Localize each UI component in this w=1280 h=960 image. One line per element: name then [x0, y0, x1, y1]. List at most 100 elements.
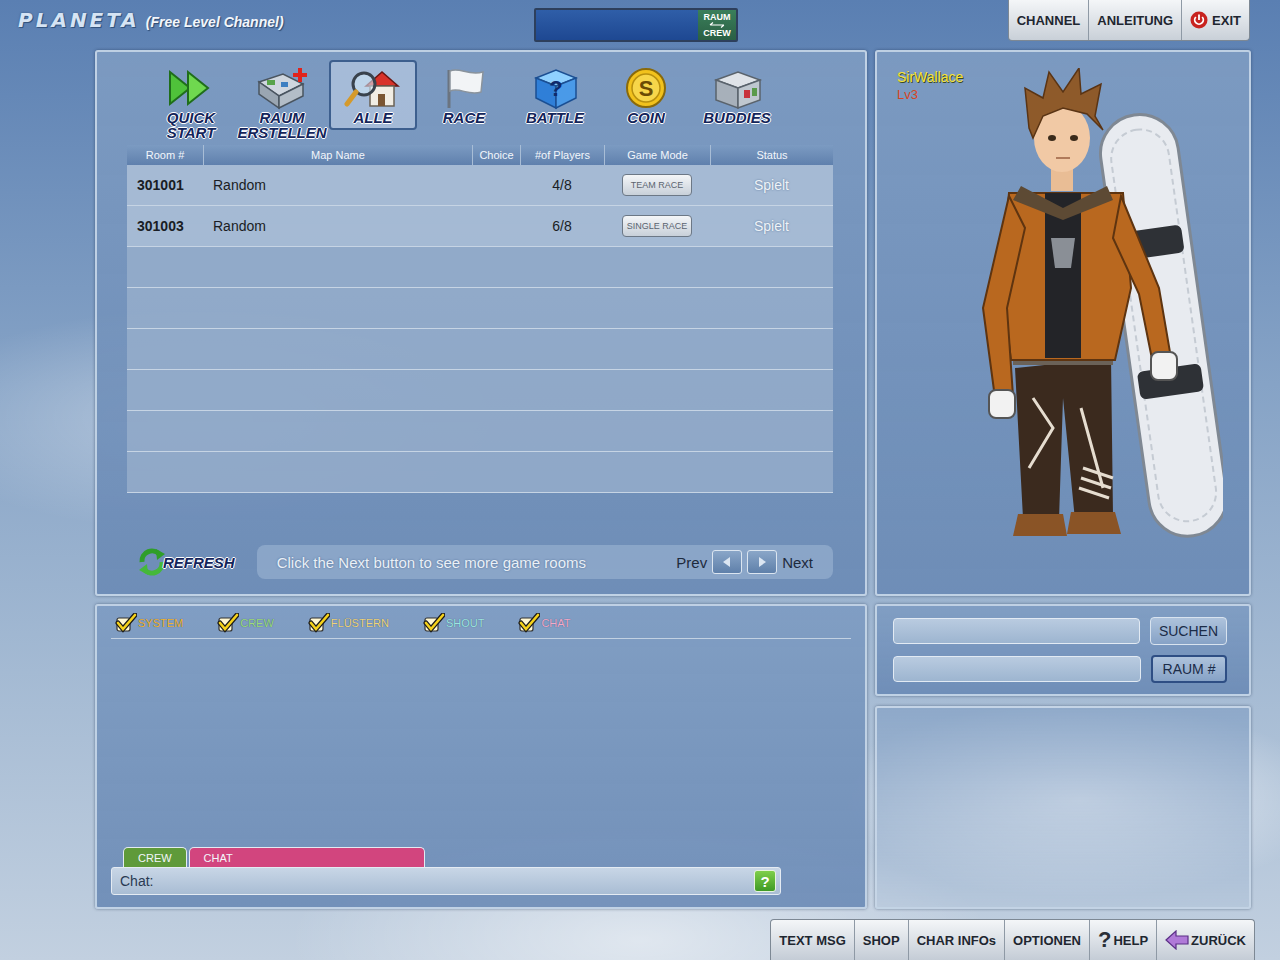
next-label: Next — [782, 554, 813, 571]
search-input[interactable] — [893, 618, 1140, 644]
column-header: Map Name — [203, 145, 472, 165]
prev-label: Prev — [676, 554, 707, 571]
room-filter-label: RAUM ERSTELLEN — [237, 110, 326, 140]
swap-arrows-icon — [709, 22, 725, 28]
chat-filter[interactable]: CHAT — [518, 613, 570, 633]
quick-icon — [162, 66, 220, 110]
chat-filter-label: SHOUT — [446, 617, 485, 629]
bottom-menu-button[interactable]: SHOP — [855, 920, 909, 960]
search-button[interactable]: SUCHEN — [1150, 617, 1227, 645]
search-row: SUCHEN — [893, 617, 1227, 645]
chat-input-bar: Chat:? — [111, 867, 781, 895]
search-row: RAUM # — [893, 655, 1227, 683]
pager-bar: Click the Next button to see more game r… — [257, 545, 833, 579]
column-header: #of Players — [520, 145, 604, 165]
chat-tab[interactable]: CREW — [123, 847, 187, 867]
room-list-footer: REFRESH Click the Next button to see more… — [127, 544, 833, 580]
search-panel: SUCHEN RAUM # — [875, 604, 1251, 696]
choice — [472, 206, 520, 246]
top-menu: CHANNEL ANLEITUNG EXIT — [1008, 0, 1250, 41]
top-menu-button[interactable]: EXIT — [1182, 0, 1249, 40]
bottom-menu-button[interactable]: TEXT MSG — [771, 920, 854, 960]
room-filter-label: ALLE — [353, 110, 392, 125]
room-filter-label: BATTLE — [526, 110, 584, 125]
room-row[interactable]: 301001Random4/8TEAM RACESpielt — [127, 165, 833, 206]
room-filter-label: BUDDIES — [703, 110, 771, 125]
toggle-label: RAUM — [704, 12, 731, 22]
search-button[interactable]: RAUM # — [1151, 655, 1227, 683]
bottom-menu-button[interactable]: ZURÜCK — [1157, 920, 1254, 960]
chat-filter-label: CREW — [240, 617, 274, 629]
chat-input[interactable] — [157, 870, 750, 892]
chat-filter[interactable]: SHOUT — [423, 613, 485, 633]
top-menu-button[interactable]: CHANNEL — [1009, 0, 1090, 40]
check-icon — [518, 613, 540, 633]
room-filter-button[interactable]: QUICK START — [147, 60, 235, 144]
room-table-header: Room #Map NameChoice#of PlayersGame Mode… — [127, 145, 833, 165]
brand: PLANETA(Free Level Channel) — [0, 0, 534, 32]
chat-filter[interactable]: CREW — [217, 613, 274, 633]
room-filter-button[interactable]: ? BATTLE — [511, 60, 599, 130]
room-filter-button[interactable]: S COIN — [602, 60, 690, 130]
chat-filter[interactable]: SYSTEM — [115, 613, 183, 633]
bottom-menu-label: HELP — [1113, 933, 1148, 948]
next-button[interactable] — [747, 550, 777, 574]
bottom-menu-label: ZURÜCK — [1191, 933, 1246, 948]
column-header: Room # — [127, 145, 203, 165]
check-icon — [115, 613, 137, 633]
game-mode-cell: SINGLE RACE — [604, 206, 710, 246]
room-filter-button[interactable]: BUDDIES — [693, 60, 781, 130]
bottom-menu-button[interactable]: ?HELP — [1090, 920, 1157, 960]
chat-help-button[interactable]: ? — [754, 870, 776, 892]
refresh-button[interactable]: REFRESH — [127, 545, 235, 579]
prev-button[interactable] — [712, 550, 742, 574]
chat-input-label: Chat: — [120, 873, 153, 889]
bottom-menu-button[interactable]: CHAR INFOs — [909, 920, 1005, 960]
chat-tab[interactable]: CHAT — [189, 847, 425, 867]
room-row[interactable]: 301003Random6/8SINGLE RACESpielt — [127, 206, 833, 247]
lobby-layout: QUICK STARTRAUM ERSTELLEN ALLE RACE? BATTLE… — [0, 50, 1280, 909]
empty-row — [127, 247, 833, 288]
room-filter-button[interactable]: ALLE — [329, 60, 417, 130]
buddies-icon — [708, 66, 766, 110]
check-icon — [308, 613, 330, 633]
raum-crew-toggle[interactable]: RAUM CREW — [534, 8, 738, 42]
search-input[interactable] — [893, 656, 1141, 682]
logo: PLANETA — [18, 8, 140, 32]
room-filter-button[interactable]: RACE — [420, 60, 508, 130]
column-header: Status — [710, 145, 833, 165]
chat-filter-label: SYSTEM — [138, 617, 183, 629]
bottom-menu-label: CHAR INFOs — [917, 933, 996, 948]
top-menu-button[interactable]: ANLEITUNG — [1089, 0, 1182, 40]
room-filter-label: COIN — [627, 110, 665, 125]
bottom-menu-label: OPTIONEN — [1013, 933, 1081, 948]
room-filter-toolbar: QUICK STARTRAUM ERSTELLEN ALLE RACE? BATTLE… — [127, 60, 833, 145]
game-mode-badge: TEAM RACE — [622, 174, 692, 196]
bottom-menu-button[interactable]: OPTIONEN — [1005, 920, 1090, 960]
player-count: 4/8 — [520, 165, 604, 205]
back-arrow-icon — [1165, 930, 1189, 950]
room-filter-button[interactable]: RAUM ERSTELLEN — [238, 60, 326, 144]
bottom-menu: TEXT MSG SHOP CHAR INFOs OPTIONEN ?HELP ZURÜC… — [770, 919, 1255, 960]
pager-hint: Click the Next button to see more game r… — [277, 554, 672, 571]
battle-icon-glyph: ? — [549, 76, 562, 101]
chat-filter-label: FLÜSTERN — [331, 617, 389, 629]
bottom-menu-label: SHOP — [863, 933, 900, 948]
empty-row — [127, 288, 833, 329]
toggle-button[interactable]: RAUM CREW — [698, 10, 736, 40]
toggle-label: CREW — [703, 28, 731, 38]
column-header: Game Mode — [604, 145, 710, 165]
room-status: Spielt — [710, 165, 833, 205]
room-filter-label: RACE — [443, 110, 486, 125]
top-bar: PLANETA(Free Level Channel) RAUM CREW CHANN… — [0, 0, 1280, 48]
exp-bar — [536, 10, 698, 40]
top-menu-label: CHANNEL — [1017, 13, 1081, 28]
game-mode-badge: SINGLE RACE — [622, 215, 692, 237]
room-number: 301001 — [127, 165, 203, 205]
bottom-bar: TEXT MSG SHOP CHAR INFOs OPTIONEN ?HELP ZURÜC… — [0, 919, 1280, 960]
coin-icon-glyph: S — [639, 76, 654, 101]
top-menu-label: ANLEITUNG — [1097, 13, 1173, 28]
bottom-menu-label: TEXT MSG — [779, 933, 845, 948]
game-lobby: PLANETA(Free Level Channel) RAUM CREW CHANN… — [0, 0, 1280, 960]
chat-filter[interactable]: FLÜSTERN — [308, 613, 389, 633]
